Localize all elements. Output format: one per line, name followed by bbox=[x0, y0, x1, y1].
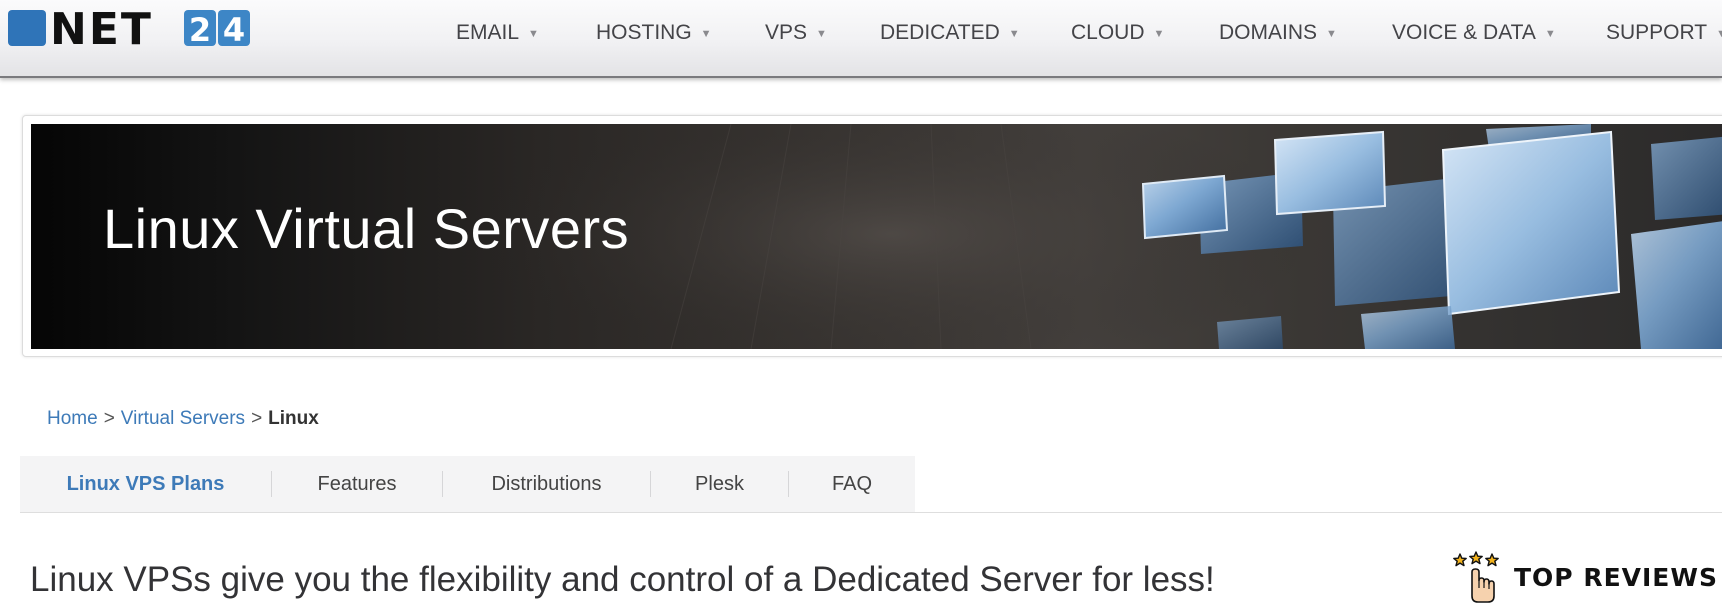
nav-item-label: VPS bbox=[765, 21, 808, 44]
caret-down-icon: ▼ bbox=[1153, 28, 1165, 40]
top-navigation-bar: NET 2 4 EMAIL ▼ HOSTING ▼ VPS ▼ DEDICATE… bbox=[0, 0, 1722, 78]
section-tabs: Linux VPS Plans Features Distributions P… bbox=[20, 456, 915, 512]
nav-item-label: CLOUD bbox=[1071, 21, 1145, 44]
nav-item-domains[interactable]: DOMAINS ▼ bbox=[1219, 21, 1392, 45]
nav-item-label: HOSTING bbox=[596, 21, 692, 44]
caret-down-icon: ▼ bbox=[816, 28, 827, 40]
caret-down-icon: ▼ bbox=[528, 28, 539, 40]
breadcrumb-current: Linux bbox=[268, 408, 319, 429]
nav-item-label: DOMAINS bbox=[1219, 21, 1318, 44]
caret-down-icon: ▼ bbox=[700, 28, 712, 40]
nav-item-support[interactable]: SUPPORT ▼ bbox=[1606, 21, 1722, 45]
page-headline: Linux VPSs give you the flexibility and … bbox=[30, 560, 1215, 599]
caret-down-icon: ▼ bbox=[1544, 28, 1556, 40]
tab-distributions[interactable]: Distributions bbox=[443, 456, 650, 512]
nav-item-label: SUPPORT bbox=[1606, 21, 1708, 44]
svg-text:2: 2 bbox=[189, 11, 211, 48]
tabs-divider-line bbox=[20, 512, 1722, 513]
caret-down-icon: ▼ bbox=[1008, 28, 1020, 40]
hand-with-stars-icon bbox=[1453, 551, 1499, 603]
top-reviews-badge[interactable]: TOP REVIEWS bbox=[1452, 551, 1718, 603]
nav-item-label: DEDICATED bbox=[880, 21, 1000, 44]
nav-item-label: VOICE & DATA bbox=[1392, 21, 1536, 44]
nav-item-voice-data[interactable]: VOICE & DATA ▼ bbox=[1392, 21, 1606, 45]
nav-item-email[interactable]: EMAIL ▼ bbox=[456, 21, 596, 45]
caret-down-icon: ▼ bbox=[1326, 28, 1337, 40]
breadcrumb-separator: > bbox=[103, 408, 115, 429]
tab-faq[interactable]: FAQ bbox=[789, 456, 915, 512]
nav-item-cloud[interactable]: CLOUD ▼ bbox=[1071, 21, 1219, 45]
tab-plesk[interactable]: Plesk bbox=[651, 456, 788, 512]
nav-item-label: EMAIL bbox=[456, 21, 520, 44]
tab-linux-vps-plans[interactable]: Linux VPS Plans bbox=[20, 456, 271, 512]
hero-title: Linux Virtual Servers bbox=[103, 197, 630, 260]
breadcrumb-home-link[interactable]: Home bbox=[47, 408, 98, 429]
nav-item-vps[interactable]: VPS ▼ bbox=[765, 21, 880, 45]
hero-banner: Linux Virtual Servers bbox=[31, 124, 1722, 349]
main-menu: EMAIL ▼ HOSTING ▼ VPS ▼ DEDICATED ▼ CLOU… bbox=[456, 20, 1722, 46]
breadcrumb-separator: > bbox=[251, 408, 263, 429]
svg-text:NET: NET bbox=[50, 8, 153, 48]
breadcrumb: Home > Virtual Servers > Linux bbox=[47, 408, 319, 430]
nav-item-dedicated[interactable]: DEDICATED ▼ bbox=[880, 21, 1071, 45]
nav-item-hosting[interactable]: HOSTING ▼ bbox=[596, 21, 765, 45]
tab-features[interactable]: Features bbox=[272, 456, 442, 512]
svg-text:4: 4 bbox=[223, 11, 245, 48]
top-reviews-label: TOP REVIEWS bbox=[1514, 562, 1718, 592]
caret-down-icon: ▼ bbox=[1716, 28, 1722, 40]
net24-logo[interactable]: NET 2 4 bbox=[8, 8, 268, 48]
breadcrumb-virtual-servers-link[interactable]: Virtual Servers bbox=[121, 408, 245, 429]
